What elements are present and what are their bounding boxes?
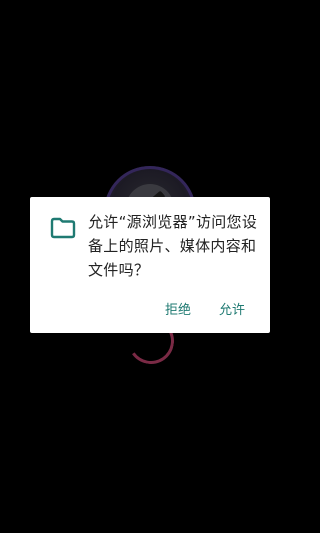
screen: 允许“源浏览器”访问您设备上的照片、媒体内容和文件吗？ 拒绝 允许 [0, 0, 300, 533]
permission-dialog: 允许“源浏览器”访问您设备上的照片、媒体内容和文件吗？ 拒绝 允许 [30, 197, 270, 333]
allow-button[interactable]: 允许 [219, 299, 245, 318]
deny-button[interactable]: 拒绝 [165, 299, 191, 318]
dialog-actions: 拒绝 允许 [30, 293, 270, 333]
folder-icon [50, 217, 76, 239]
permission-message: 允许“源浏览器”访问您设备上的照片、媒体内容和文件吗？ [88, 213, 258, 279]
